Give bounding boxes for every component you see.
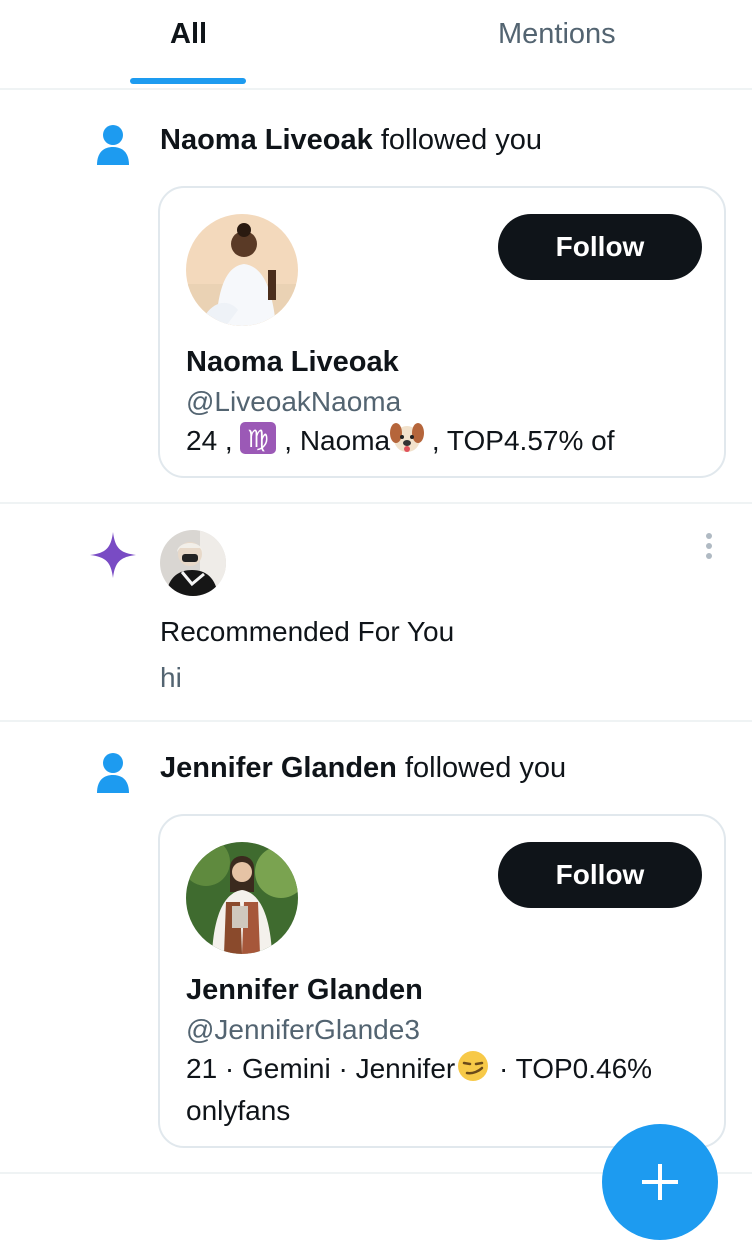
notification-action: followed you — [404, 752, 567, 784]
tab-bar: All Mentions — [0, 0, 752, 90]
user-card[interactable]: Follow Naoma Liveoak @LiveoakNaoma 24 , … — [158, 186, 726, 478]
bio-text: · TOP0.46% — [499, 1053, 653, 1084]
bio-text: , Naoma — [284, 425, 391, 456]
card-name[interactable]: Jennifer Glanden — [186, 974, 423, 1007]
notifier-name[interactable]: Naoma Liveoak — [160, 124, 373, 156]
card-bio: 24 , ♍ , Naoma , TOP4.57% of — [186, 422, 704, 464]
bio-text: , TOP4.57% of — [431, 425, 615, 456]
card-handle[interactable]: @LiveoakNaoma — [186, 386, 401, 418]
user-card[interactable]: Follow Jennifer Glanden @JenniferGlande3… — [158, 814, 726, 1148]
person-icon — [97, 125, 129, 165]
follow-button[interactable]: Follow — [498, 214, 702, 280]
divider — [0, 502, 752, 504]
avatar[interactable] — [186, 842, 298, 954]
virgo-icon: ♍ — [240, 422, 277, 464]
active-tab-indicator — [130, 78, 246, 84]
more-vertical-icon[interactable] — [702, 532, 716, 560]
tab-all[interactable]: All — [170, 18, 207, 51]
divider — [0, 720, 752, 722]
avatar[interactable] — [160, 530, 226, 596]
card-handle[interactable]: @JenniferGlande3 — [186, 1014, 420, 1046]
recommended-title[interactable]: Recommended For You — [160, 616, 454, 648]
bio-text: 21 · Gemini · Jennifer — [186, 1053, 456, 1084]
person-icon — [97, 753, 129, 793]
follow-button[interactable]: Follow — [498, 842, 702, 908]
avatar[interactable] — [186, 214, 298, 326]
tab-mentions[interactable]: Mentions — [498, 18, 616, 51]
card-bio: 21 · Gemini · Jennifer · TOP0.46% onlyfa… — [186, 1050, 704, 1130]
notification-action: followed you — [380, 124, 543, 156]
bio-text: onlyfans — [186, 1095, 291, 1126]
compose-button[interactable] — [602, 1124, 718, 1240]
plus-icon — [642, 1164, 678, 1200]
svg-text:♍: ♍ — [248, 425, 270, 453]
dog-face-icon — [390, 422, 425, 464]
follow-notification-text: Naoma Liveoak followed you — [160, 124, 542, 157]
follow-notification-text: Jennifer Glanden followed you — [160, 752, 566, 785]
notifier-name[interactable]: Jennifer Glanden — [160, 752, 397, 784]
sparkle-icon — [90, 532, 136, 578]
bio-text: 24 , — [186, 425, 233, 456]
smirk-face-icon — [455, 1050, 491, 1092]
card-name[interactable]: Naoma Liveoak — [186, 346, 399, 379]
recommended-text[interactable]: hi — [160, 662, 182, 694]
